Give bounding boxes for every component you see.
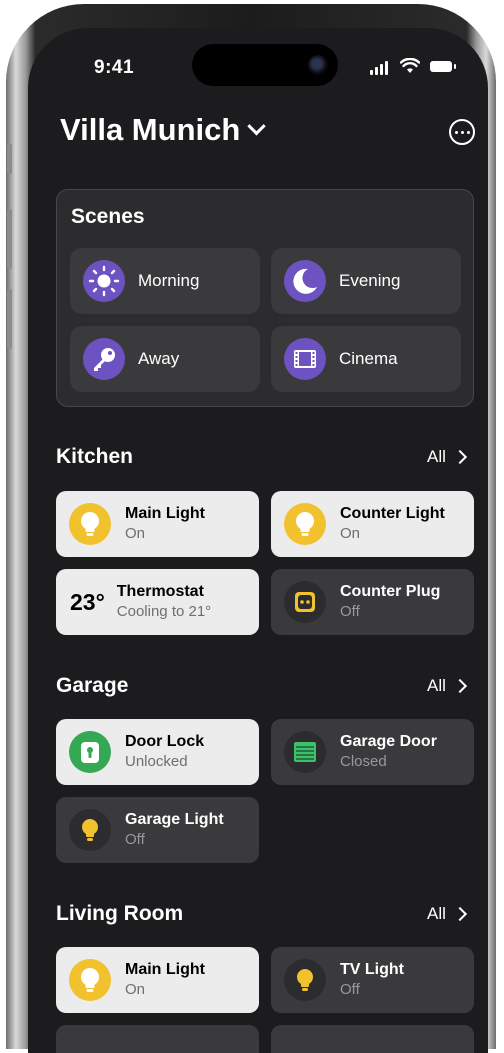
wifi-icon: [400, 58, 420, 73]
tile-name: Door Lock: [125, 733, 205, 750]
all-label: All: [427, 676, 446, 695]
lightbulb-icon: [69, 503, 111, 545]
thermostat-temperature: 23°: [70, 588, 105, 615]
tile-name: Counter Plug: [340, 583, 441, 600]
chevron-down-icon: [247, 116, 266, 135]
tile-name: Counter Light: [340, 505, 445, 522]
lightbulb-icon: [284, 959, 326, 1001]
section-title-garage: Garage: [56, 674, 129, 697]
scene-morning[interactable]: Morning: [70, 248, 260, 314]
key-icon: [83, 338, 125, 380]
tile-state: On: [125, 525, 146, 542]
outlet-icon: [284, 581, 326, 623]
scene-cinema[interactable]: Cinema: [271, 326, 461, 392]
home-name: Villa Munich: [60, 112, 241, 147]
moon-icon: [284, 260, 326, 302]
chevron-right-icon: [452, 678, 467, 694]
tile-state: Closed: [340, 753, 387, 770]
accessory-tile-partial[interactable]: [56, 1025, 259, 1053]
lightbulb-icon: [284, 503, 326, 545]
accessory-tile-tv-light[interactable]: TV Light Off: [271, 947, 474, 1013]
tile-state: Off: [125, 831, 145, 848]
accessory-tile-counter-plug[interactable]: Counter Plug Off: [271, 569, 474, 635]
lock-icon: [69, 731, 111, 773]
accessory-tile-kitchen-main-light[interactable]: Main Light On: [56, 491, 259, 557]
accessory-tile-counter-light[interactable]: Counter Light On: [271, 491, 474, 557]
home-selector[interactable]: Villa Munich: [60, 112, 266, 148]
volume-up-button: [7, 209, 12, 269]
scenes-card: Scenes Morning Evening Away Cinema: [56, 189, 474, 407]
kitchen-all-link[interactable]: All: [427, 447, 467, 467]
film-icon: [284, 338, 326, 380]
tile-name: Garage Light: [125, 811, 224, 828]
chevron-right-icon: [452, 906, 467, 922]
accessory-tile-garage-door[interactable]: Garage Door Closed: [271, 719, 474, 785]
tile-name: Thermostat: [116, 583, 204, 600]
tile-name: Main Light: [125, 961, 205, 978]
tile-name: TV Light: [340, 961, 404, 978]
home-app-screen: 9:41 Villa Munich Scenes Morning Evening…: [28, 28, 488, 1053]
dynamic-island: [192, 44, 338, 86]
tile-state: On: [340, 525, 361, 542]
more-options-button[interactable]: [449, 119, 475, 145]
all-label: All: [427, 904, 446, 923]
accessory-tile-living-main-light[interactable]: Main Light On: [56, 947, 259, 1013]
volume-down-button: [7, 289, 12, 349]
scene-label: Away: [138, 349, 180, 368]
scene-evening[interactable]: Evening: [271, 248, 461, 314]
garage-all-link[interactable]: All: [427, 676, 467, 696]
living-room-all-link[interactable]: All: [427, 904, 467, 924]
garage-door-icon: [284, 731, 326, 773]
section-title-living-room: Living Room: [56, 902, 184, 925]
tile-state: On: [125, 981, 146, 998]
status-icons: [370, 58, 460, 75]
mute-switch: [7, 144, 12, 174]
tile-name: Garage Door: [340, 733, 437, 750]
scenes-title: Scenes: [71, 205, 145, 228]
tile-name: Main Light: [125, 505, 205, 522]
camera-icon: [308, 55, 328, 75]
ellipsis-icon: [454, 130, 458, 134]
accessory-tile-partial[interactable]: [271, 1025, 474, 1053]
scene-away[interactable]: Away: [70, 326, 260, 392]
tile-state: Unlocked: [125, 753, 188, 770]
phone-frame: 9:41 Villa Munich Scenes Morning Evening…: [6, 4, 496, 1053]
lightbulb-icon: [69, 809, 111, 851]
tile-state: Off: [340, 603, 360, 620]
scene-label: Cinema: [339, 349, 398, 368]
chevron-right-icon: [452, 449, 467, 465]
accessory-tile-door-lock[interactable]: Door Lock Unlocked: [56, 719, 259, 785]
accessory-tile-garage-light[interactable]: Garage Light Off: [56, 797, 259, 863]
sun-icon: [83, 260, 125, 302]
tile-state: Cooling to 21°: [116, 603, 212, 620]
status-time: 9:41: [94, 57, 135, 78]
tile-state: Off: [340, 981, 360, 998]
scene-label: Morning: [138, 271, 200, 290]
accessory-tile-thermostat[interactable]: 23° Thermostat Cooling to 21°: [56, 569, 259, 635]
battery-icon: [430, 61, 452, 72]
section-title-kitchen: Kitchen: [56, 445, 134, 468]
lightbulb-icon: [69, 959, 111, 1001]
all-label: All: [427, 447, 446, 466]
scene-label: Evening: [339, 271, 401, 290]
